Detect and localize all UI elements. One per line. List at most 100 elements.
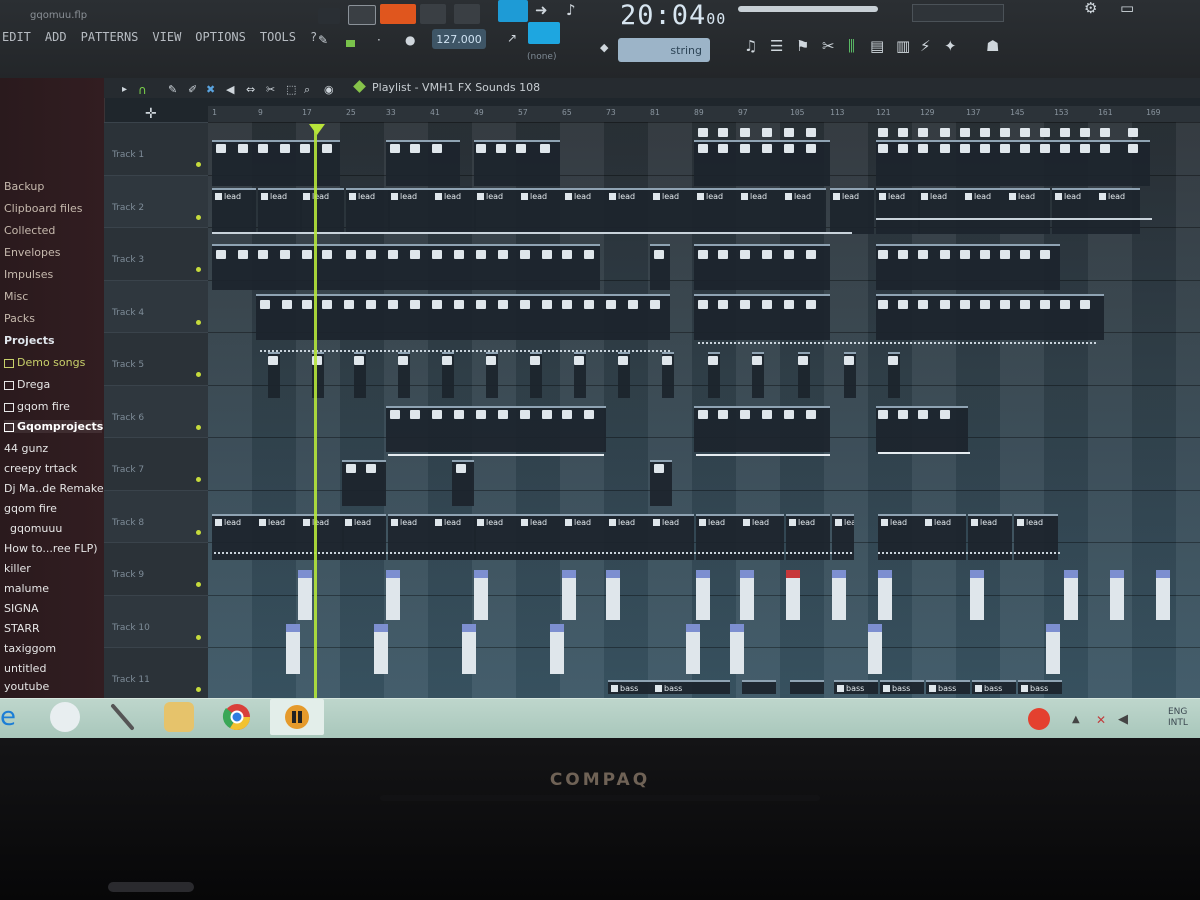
hp-icon[interactable]	[50, 702, 80, 732]
sample-clip[interactable]	[606, 570, 620, 620]
browser-item-44-gunz[interactable]: 44 gunz	[4, 442, 48, 455]
clip-lead[interactable]: lead	[300, 188, 344, 234]
countdown-icon[interactable]: ●	[405, 32, 415, 48]
clip-lead[interactable]: lead	[738, 188, 782, 234]
clip-lead[interactable]: lead	[1052, 188, 1096, 234]
sample-clip[interactable]	[878, 570, 892, 620]
browser-item-starr[interactable]: STARR	[4, 622, 40, 635]
clip-lead[interactable]: lead	[606, 188, 650, 234]
browser-item-gqom-fire-2[interactable]: gqom fire	[4, 502, 57, 515]
clip-lead[interactable]: lead	[876, 188, 920, 234]
sample-clip[interactable]	[1064, 570, 1078, 620]
clip-bass[interactable]: bass	[972, 680, 1016, 694]
tool-icon[interactable]: ✦	[944, 38, 957, 54]
browser-item-killer[interactable]: killer	[4, 562, 31, 575]
tempo-display[interactable]: 127.000	[432, 29, 486, 49]
browser-item-packs[interactable]: Packs	[4, 312, 35, 325]
chrome-icon[interactable]	[222, 702, 252, 732]
clip-lead[interactable]: lead	[830, 188, 874, 234]
browser-item-youtube[interactable]: youtube	[4, 680, 49, 693]
clip-bass[interactable]: bass	[652, 680, 696, 694]
slice-tool-icon[interactable]: ✂	[266, 82, 275, 98]
sample-clip[interactable]	[1110, 570, 1124, 620]
sliders-icon[interactable]: ⫼	[848, 38, 855, 54]
bell-icon[interactable]: ♪	[566, 2, 576, 18]
browser-item-creepy-trtack[interactable]: creepy trtack	[4, 462, 77, 475]
browser-item-clipboard[interactable]: Clipboard files	[4, 202, 83, 215]
menu-patterns[interactable]: PATTERNS	[79, 30, 141, 44]
pattern-mode-button[interactable]	[318, 8, 340, 24]
browser-item-gqom-fire[interactable]: gqom fire	[4, 400, 70, 413]
network-icon[interactable]: ✕	[1096, 712, 1106, 728]
clip-lead[interactable]: lead	[694, 188, 738, 234]
playlist-menu-icon[interactable]: ▸	[122, 82, 127, 98]
wait-icon[interactable]: ⋅	[377, 32, 381, 48]
sample-clip[interactable]	[970, 570, 984, 620]
clip-bass[interactable]: bass	[1018, 680, 1062, 694]
browser-item-taxiggom[interactable]: taxiggom	[4, 642, 56, 655]
browser-item-impulses[interactable]: Impulses	[4, 268, 53, 281]
clip-track1[interactable]	[212, 140, 340, 186]
sample-clip[interactable]	[1046, 624, 1060, 674]
clip-lead[interactable]: lead	[782, 188, 826, 234]
sample-clip[interactable]	[740, 570, 754, 620]
sample-clip[interactable]	[298, 570, 312, 620]
song-position-marker[interactable]	[309, 124, 325, 135]
mixer-icon[interactable]: ☰	[770, 38, 783, 54]
sample-clip[interactable]	[696, 570, 710, 620]
clip-lead[interactable]: lead	[562, 188, 606, 234]
browser-item-dj-remake[interactable]: Dj Ma..de Remake	[4, 482, 104, 495]
plugin-icon[interactable]: ✂	[822, 38, 835, 54]
master-volume-slider[interactable]	[738, 6, 878, 12]
browser-item-backup[interactable]: Backup	[4, 180, 44, 193]
clip-bass[interactable]: bass	[834, 680, 878, 694]
menu-options[interactable]: OPTIONS	[193, 30, 248, 44]
volume-icon[interactable]: ◀	[1118, 712, 1128, 728]
clip-bass[interactable]	[742, 680, 776, 694]
action-center-icon[interactable]	[1028, 708, 1050, 730]
metronome-button[interactable]	[498, 0, 528, 22]
minimize-icon[interactable]: ▭	[1120, 0, 1134, 16]
browser-item-gqomprojects[interactable]: Gqomprojects	[4, 420, 103, 433]
delete-tool-icon[interactable]: ✖	[206, 82, 215, 98]
snap-toggle-button[interactable]	[528, 22, 560, 44]
sample-clip[interactable]	[832, 570, 846, 620]
slip-tool-icon[interactable]: ⇔	[246, 82, 255, 98]
sample-clip[interactable]	[562, 570, 576, 620]
plugin-picker-icon[interactable]: ⚡	[920, 38, 931, 54]
piano-roll-icon[interactable]: ♫	[744, 38, 757, 54]
sample-clip[interactable]	[730, 624, 744, 674]
playlist-icon[interactable]: ▤	[870, 38, 884, 54]
clip-lead[interactable]: lead	[918, 188, 962, 234]
step-edit-icon[interactable]: ↗	[507, 30, 517, 46]
clip-lead[interactable]: lead	[212, 188, 256, 234]
pattern-prev-icon[interactable]: ◆	[600, 40, 608, 56]
pattern-selector[interactable]: string	[618, 38, 710, 62]
user-icon[interactable]: ☗	[986, 38, 999, 54]
clip-lead[interactable]: lead	[346, 188, 390, 234]
stop-button[interactable]	[454, 4, 480, 24]
play-button[interactable]	[420, 4, 446, 24]
snap-selector[interactable]: (none)	[527, 52, 556, 62]
magnet-icon[interactable]: ∩	[138, 82, 147, 98]
mute-tool-icon[interactable]: ◀	[226, 82, 234, 98]
browser-item-drega[interactable]: Drega	[4, 378, 50, 391]
browser-item-how-to[interactable]: How to...ree FLP)	[4, 542, 98, 555]
microphone-icon[interactable]	[108, 702, 138, 732]
sample-clip[interactable]	[462, 624, 476, 674]
arrow-right-icon[interactable]: ➜	[535, 2, 548, 18]
browser-icon[interactable]: ▥	[896, 38, 910, 54]
menu-add[interactable]: ADD	[43, 30, 69, 44]
draw-tool-icon[interactable]: ✎	[168, 82, 177, 98]
clip-lead[interactable]: lead	[962, 188, 1006, 234]
clip-lead[interactable]: lead	[388, 188, 432, 234]
browser-item-untitled[interactable]: untitled	[4, 662, 46, 675]
clip-bass[interactable]: bass	[880, 680, 924, 694]
explorer-icon[interactable]	[164, 702, 194, 732]
clip-bass[interactable]: bass	[926, 680, 970, 694]
zoom-tool-icon[interactable]: ⌕	[304, 82, 310, 98]
channel-rack-icon[interactable]: ⚑	[796, 38, 809, 54]
paint-tool-icon[interactable]: ✐	[188, 82, 197, 98]
browser-item-envelopes[interactable]: Envelopes	[4, 246, 60, 259]
ie-icon[interactable]: e	[0, 702, 30, 732]
